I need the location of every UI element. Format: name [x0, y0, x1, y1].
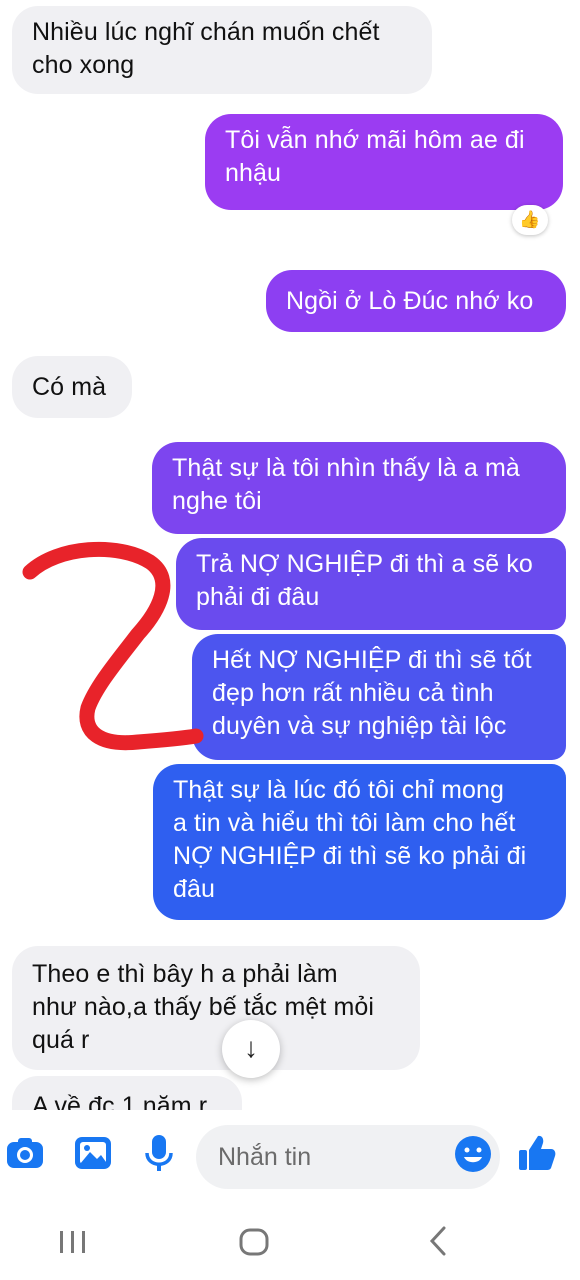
- home-icon[interactable]: [238, 1227, 270, 1262]
- emoji-icon[interactable]: [452, 1133, 494, 1175]
- conversation[interactable]: Nhiều lúc nghĩ chán muốn chết cho xong T…: [0, 0, 580, 1110]
- message-bubble-outgoing[interactable]: Thật sự là tôi nhìn thấy là a mà nghe tô…: [152, 442, 566, 534]
- message-bubble-incoming[interactable]: A về đc 1 năm r: [12, 1076, 242, 1110]
- message-bubble-incoming[interactable]: Theo e thì bây h a phải làm như nào,a th…: [12, 946, 420, 1070]
- system-navigation-bar: [0, 1205, 580, 1280]
- gallery-icon[interactable]: [72, 1132, 114, 1174]
- back-icon[interactable]: [426, 1225, 450, 1262]
- camera-icon[interactable]: [4, 1132, 46, 1174]
- message-bubble-outgoing[interactable]: Trả NỢ NGHIỆP đi thì a sẽ ko phải đi đâu: [176, 538, 566, 630]
- message-bubble-outgoing[interactable]: Tôi vẫn nhớ mãi hôm ae đi nhậu: [205, 114, 563, 210]
- message-bubble-outgoing[interactable]: Hết NỢ NGHIỆP đi thì sẽ tốt đẹp hơn rất …: [192, 634, 566, 760]
- recent-apps-icon[interactable]: [58, 1229, 88, 1260]
- microphone-icon[interactable]: [138, 1132, 180, 1174]
- message-bubble-outgoing[interactable]: Ngồi ở Lò Đúc nhớ ko: [266, 270, 566, 332]
- message-bubble-outgoing[interactable]: Thật sự là lúc đó tôi chỉ mong a tin và …: [153, 764, 566, 920]
- like-icon[interactable]: [516, 1132, 558, 1174]
- scroll-to-bottom-button[interactable]: ↓: [222, 1020, 280, 1078]
- annotation-scribble: [22, 541, 204, 751]
- message-bubble-incoming[interactable]: Nhiều lúc nghĩ chán muốn chết cho xong: [12, 6, 432, 94]
- thumbs-up-reaction-icon[interactable]: 👍: [512, 205, 548, 235]
- message-bubble-incoming[interactable]: Có mà: [12, 356, 132, 418]
